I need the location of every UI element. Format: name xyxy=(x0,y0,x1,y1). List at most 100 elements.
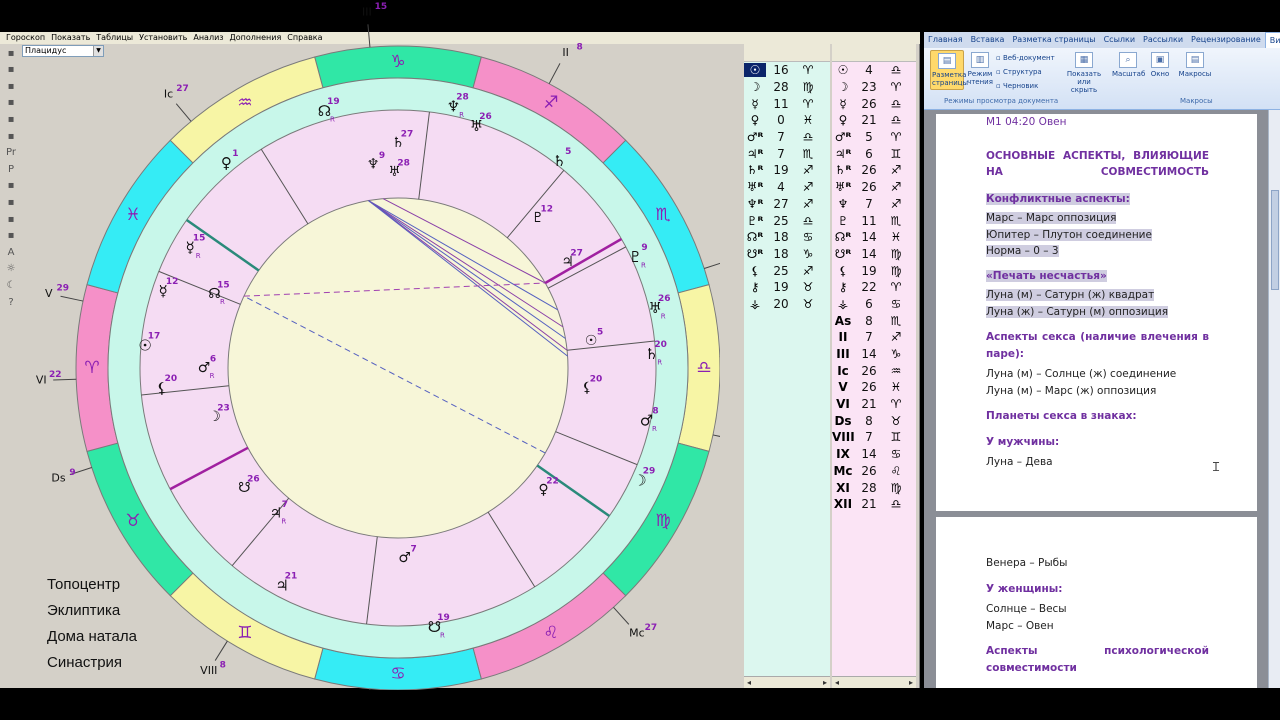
table-row[interactable]: ☊ᴿ 14 ♓ xyxy=(832,229,916,246)
table-row[interactable]: ⚶ 6 ♋ xyxy=(832,296,916,313)
conflict-aspect-2: Юпитер – Плутон соединение xyxy=(986,228,1152,241)
zodiac-glyph: ♍ xyxy=(802,80,814,95)
table-row[interactable]: ☿ 11 ♈ xyxy=(744,95,830,112)
planet-glyph: ♆ xyxy=(837,196,849,211)
chart-option-0[interactable]: Топоцентр xyxy=(47,572,137,598)
chart-option-1[interactable]: Эклиптика xyxy=(47,598,137,624)
table-row[interactable]: ♅ᴿ 4 ♐ xyxy=(744,179,830,196)
house-tick xyxy=(704,262,720,269)
ribbon-tab-1[interactable]: Вставка xyxy=(967,32,1009,48)
table-row[interactable]: ⚸ 19 ♍ xyxy=(832,262,916,279)
table-row[interactable]: ♅ᴿ 26 ♐ xyxy=(832,179,916,196)
ribbon-tab-4[interactable]: Рассылки xyxy=(1139,32,1187,48)
table-row[interactable]: ♂ᴿ 5 ♈ xyxy=(832,129,916,146)
table-row[interactable]: VIII 7 ♊ xyxy=(832,429,916,446)
table-row[interactable]: Mc 26 ♌ xyxy=(832,463,916,480)
planet-glyph: Ds xyxy=(834,413,852,428)
document-scrollbar[interactable] xyxy=(1268,110,1280,688)
planet-table-2[interactable]: ☉ 4 ♎ ☽ 23 ♈ ☿ 26 ♎ ♀ 21 ♎ ♂ᴿ 5 ♈ ♃ᴿ 6 ♊ ♄ᴿ 26 ♐ ♅ᴿ 26 ♐ ♆ 7 ♐ ♇ 11 ♏… xyxy=(832,44,916,688)
table-row[interactable]: VI 21 ♈ xyxy=(832,396,916,413)
outline-button[interactable]: ▫ Структура xyxy=(996,68,1042,76)
table-row[interactable]: ♂ᴿ 7 ♎ xyxy=(744,129,830,146)
table-row[interactable]: ♀ 0 ♓ xyxy=(744,112,830,129)
table-row[interactable]: ☿ 26 ♎ xyxy=(832,95,916,112)
table-row[interactable]: ⚶ 20 ♉ xyxy=(744,296,830,313)
draft-button[interactable]: ▫ Черновик xyxy=(996,82,1038,90)
planet-degree: 12 xyxy=(166,277,179,287)
reading-mode-button[interactable]: ▥ Режим чтения xyxy=(966,52,994,86)
planet-degree: 28 xyxy=(773,80,789,95)
zodiac-glyph: ♏ xyxy=(655,205,670,225)
table-row[interactable]: Ds 8 ♉ xyxy=(832,412,916,429)
print-layout-button[interactable]: ▤ Разметка страницы xyxy=(930,50,968,90)
table-row[interactable]: ♃ᴿ 6 ♊ xyxy=(832,145,916,162)
table-row[interactable]: ☋ᴿ 14 ♍ xyxy=(832,246,916,263)
table-row[interactable]: ☽ 23 ♈ xyxy=(832,79,916,96)
table-row[interactable]: ♇ 11 ♏ xyxy=(832,212,916,229)
house-label: V xyxy=(45,287,53,300)
text-cursor-icon: Ｉ xyxy=(1210,460,1223,474)
table-row[interactable]: ♄ᴿ 19 ♐ xyxy=(744,162,830,179)
heading-m1: М1 04:20 Овен xyxy=(986,116,1067,128)
table-scrollbar[interactable]: ◂ ▸ xyxy=(832,676,916,688)
chart-option-3[interactable]: Синастрия xyxy=(47,650,137,676)
table-row[interactable]: ♄ᴿ 26 ♐ xyxy=(832,162,916,179)
zodiac-glyph: ♐ xyxy=(890,163,902,178)
zoom-button[interactable]: ⌕ Масштаб xyxy=(1112,52,1145,78)
document-page-1[interactable]: М1 04:20 Овен ОСНОВНЫЕ АСПЕКТЫ, ВЛИЯЮЩИЕ… xyxy=(936,114,1257,511)
ribbon-tab-2[interactable]: Разметка страницы xyxy=(1008,32,1099,48)
scrollbar-thumb[interactable] xyxy=(1271,190,1279,290)
zodiac-glyph: ♎ xyxy=(802,213,814,228)
table-row[interactable]: ⚷ 22 ♈ xyxy=(832,279,916,296)
planet-degree: 26 xyxy=(861,463,877,478)
chevron-left-icon[interactable]: ◂ xyxy=(832,677,842,688)
house-label: Mc xyxy=(629,626,645,639)
misfortune-aspect-2: Луна (ж) – Сатурн (м) оппозиция xyxy=(986,305,1169,318)
table-row[interactable]: ⚷ 19 ♉ xyxy=(744,279,830,296)
table-row[interactable]: II 7 ♐ xyxy=(832,329,916,346)
man-planet-2: Венера – Рыбы xyxy=(986,557,1068,569)
planet-degree: 25 xyxy=(773,213,789,228)
ribbon-tab-0[interactable]: Главная xyxy=(924,32,967,48)
table-row[interactable]: ♀ 21 ♎ xyxy=(832,112,916,129)
table-row[interactable]: ☉ 4 ♎ xyxy=(832,62,916,79)
planet-degree: 22 xyxy=(861,280,877,295)
table-row[interactable]: ♆ 7 ♐ xyxy=(832,196,916,213)
document-page-2[interactable]: Венера – Рыбы У женщины: Солнце – Весы М… xyxy=(936,517,1257,688)
planet-glyph: ♀ xyxy=(838,113,848,128)
table-row[interactable]: ♇ᴿ 25 ♎ xyxy=(744,212,830,229)
chart-option-2[interactable]: Дома натала xyxy=(47,624,137,650)
planet-glyph: ☋ᴿ xyxy=(834,246,852,261)
table-row[interactable]: As 8 ♏ xyxy=(832,312,916,329)
table-scrollbar[interactable]: ◂ ▸ xyxy=(744,676,830,688)
table-row[interactable]: Ic 26 ♒ xyxy=(832,362,916,379)
chevron-left-icon[interactable]: ◂ xyxy=(744,677,754,688)
table-row[interactable]: IX 14 ♋ xyxy=(832,446,916,463)
table-row[interactable]: ☋ᴿ 18 ♑ xyxy=(744,246,830,263)
web-document-button[interactable]: ▫ Веб-документ xyxy=(996,54,1055,62)
planet-glyph: VIII xyxy=(832,430,855,445)
table-row[interactable]: ♃ᴿ 7 ♏ xyxy=(744,145,830,162)
chevron-right-icon[interactable]: ▸ xyxy=(906,677,916,688)
table-row[interactable]: V 26 ♓ xyxy=(832,379,916,396)
table-row[interactable]: ☊ᴿ 18 ♋ xyxy=(744,229,830,246)
table-row[interactable]: XI 28 ♍ xyxy=(832,479,916,496)
window-button[interactable]: ▣ Окно xyxy=(1148,52,1172,78)
table-row[interactable]: XII 21 ♎ xyxy=(832,496,916,513)
planet-degree: 26 xyxy=(861,380,877,395)
show-hide-button[interactable]: ▦ Показать или скрыть xyxy=(1064,52,1104,94)
planet-glyph: ♀ xyxy=(750,113,760,128)
macros-button[interactable]: ▤ Макросы xyxy=(1178,52,1212,78)
table-row[interactable]: III 14 ♑ xyxy=(832,346,916,363)
ribbon-tab-3[interactable]: Ссылки xyxy=(1100,32,1139,48)
table-row[interactable]: ⚸ 25 ♐ xyxy=(744,262,830,279)
chevron-right-icon[interactable]: ▸ xyxy=(820,677,830,688)
table-row[interactable]: ☉ 16 ♈ xyxy=(744,62,830,79)
ribbon-tab-5[interactable]: Рецензирование xyxy=(1187,32,1265,48)
table-row[interactable]: ♆ᴿ 27 ♐ xyxy=(744,196,830,213)
table-row[interactable]: ☽ 28 ♍ xyxy=(744,79,830,96)
ribbon-tab-6[interactable]: Вид xyxy=(1264,32,1280,48)
heading-woman: У женщины: xyxy=(986,582,1063,595)
planet-glyph: ⚶ xyxy=(749,296,761,311)
planet-table-1[interactable]: ☉ 16 ♈ ☽ 28 ♍ ☿ 11 ♈ ♀ 0 ♓ ♂ᴿ 7 ♎ ♃ᴿ 7 ♏ ♄ᴿ 19 ♐ ♅ᴿ 4 ♐ ♆ᴿ 27 ♐ ♇ᴿ 2… xyxy=(744,44,830,688)
